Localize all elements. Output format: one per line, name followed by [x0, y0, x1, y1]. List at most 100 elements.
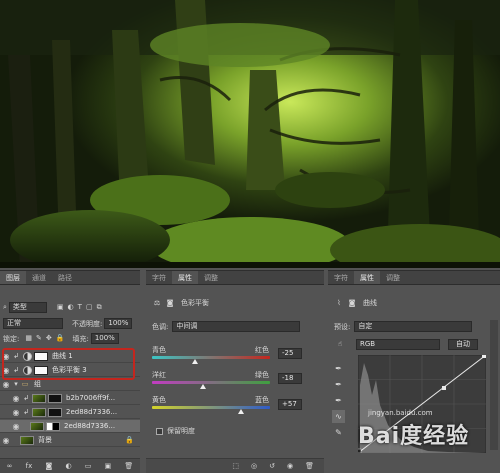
slider-magenta-green-value[interactable]: -18 — [278, 373, 302, 384]
slider-yellow-blue-value[interactable]: +57 — [278, 399, 302, 410]
preserve-row: 保留明度 — [156, 426, 195, 436]
fill-input[interactable]: 100% — [90, 333, 119, 344]
layer-mask-thumbnail[interactable] — [48, 393, 62, 403]
slider-cyan-label: 青色 — [152, 346, 166, 354]
layer-mask-thumbnail[interactable] — [48, 407, 62, 417]
curve-point[interactable] — [442, 386, 446, 390]
trash-icon[interactable]: 🗑 — [305, 462, 314, 471]
opacity-input[interactable]: 100% — [104, 318, 133, 329]
trash-icon[interactable]: 🗑 — [124, 462, 133, 471]
channel-select[interactable]: RGB — [356, 339, 440, 350]
slider-magenta-green-track[interactable] — [152, 381, 270, 384]
preset-select[interactable]: 自定 — [354, 321, 473, 332]
curves-icon: ⌇ — [337, 298, 341, 307]
slider-cyan-red-track[interactable] — [152, 356, 270, 359]
tab-character[interactable]: 字符 — [328, 271, 354, 284]
mask-icon[interactable]: ◙ — [165, 299, 175, 308]
selection-highlight-box — [2, 348, 135, 380]
reset-icon[interactable]: ↺ — [269, 462, 275, 471]
filter-pixel-icon[interactable]: ▣ — [57, 303, 64, 312]
curve-edit-icon[interactable]: ∿ — [332, 410, 345, 423]
curves-tabs: 字符 属性 调整 — [328, 271, 500, 285]
curve-white-point[interactable] — [482, 355, 486, 358]
layer-mask-thumbnail[interactable] — [46, 421, 60, 431]
tab-properties[interactable]: 属性 — [354, 271, 380, 284]
visibility-eye-icon[interactable]: ◉ — [10, 394, 22, 403]
mask-icon[interactable]: ◙ — [45, 462, 52, 471]
layer-thumbnail — [20, 435, 34, 445]
auto-button[interactable]: 自动 — [448, 339, 478, 350]
layer-row-2ed8-a[interactable]: ◉ ↲ 2ed88d7336... — [0, 406, 140, 419]
props-header: ⚖ ◙ 色彩平衡 — [152, 298, 209, 308]
slider-magenta-green-knob[interactable] — [200, 384, 206, 389]
document-canvas[interactable] — [0, 0, 500, 268]
preserve-luminosity-checkbox[interactable] — [156, 427, 163, 435]
layer-row-b2b7[interactable]: ◉ ↲ b2b7006ff9f... — [0, 392, 140, 405]
layer-row-background[interactable]: ◉ 背景 🔒 — [0, 434, 140, 447]
visibility-eye-icon[interactable]: ◉ — [10, 408, 22, 417]
slider-cyan-red-value[interactable]: -25 — [278, 348, 302, 359]
lock-row: 锁定: ▦ ✎ ✥ 🔒 填充: 100% — [3, 333, 119, 344]
visibility-eye-icon[interactable]: ◉ — [0, 380, 12, 389]
folder-icon: ▭ — [21, 379, 29, 388]
link-icon[interactable]: ∞ — [7, 462, 13, 471]
layers-tabs: 图层 通道 路径 — [0, 271, 140, 285]
baidu-watermark: Bai度经验 — [358, 424, 470, 449]
tab-adjustments[interactable]: 调整 — [380, 271, 406, 284]
fx-icon[interactable]: fx — [26, 462, 33, 471]
tab-properties[interactable]: 属性 — [172, 271, 198, 284]
preserve-luminosity-label: 保留明度 — [167, 427, 195, 435]
layer-thumbnail — [32, 393, 46, 403]
expand-arrow-icon[interactable]: ▾ — [12, 380, 20, 389]
clip-to-layer-icon[interactable]: ⬚ — [232, 462, 239, 471]
visibility-icon[interactable]: ◉ — [287, 462, 293, 471]
layers-bottom-bar: ∞ fx ◙ ◐ ▭ ▣ 🗑 — [0, 458, 140, 473]
channel-row: ☝ RGB 自动 — [334, 339, 478, 350]
slider-magenta-label: 洋红 — [152, 371, 166, 379]
layer-filter-select[interactable]: 类型 — [8, 302, 47, 313]
mask-icon[interactable]: ◙ — [347, 299, 357, 308]
props-bottom-bar: ⬚ ◎ ↺ ◉ 🗑 — [146, 458, 324, 473]
target-adjust-icon[interactable]: ☝ — [334, 340, 346, 349]
tab-paths[interactable]: 路径 — [52, 271, 78, 284]
visibility-eye-icon[interactable]: ◉ — [0, 436, 12, 445]
lock-pixels-icon[interactable]: ▦ — [25, 334, 32, 343]
layer-row-2ed8-b[interactable]: ◉ 2ed88d7336... — [0, 420, 140, 433]
clip-arrow-icon: ↲ — [23, 407, 29, 416]
blend-mode-select[interactable]: 正常 — [3, 318, 63, 329]
eyedropper-black-icon[interactable]: ✒ — [332, 362, 345, 375]
properties-tabs: 字符 属性 调整 — [146, 271, 324, 285]
fill-label: 填充: — [72, 334, 89, 343]
layer-name[interactable]: b2b7006ff9f... — [66, 394, 115, 402]
filter-adjust-icon[interactable]: ◐ — [68, 303, 74, 312]
slider-yellow-blue-knob[interactable] — [238, 409, 244, 414]
lock-paint-icon[interactable]: ✎ — [36, 334, 42, 343]
visibility-eye-icon[interactable]: ◉ — [10, 422, 22, 431]
filter-smart-icon[interactable]: ⧉ — [97, 303, 102, 312]
new-layer-icon[interactable]: ▣ — [105, 462, 112, 471]
lock-all-icon[interactable]: 🔒 — [56, 334, 65, 343]
eyedropper-gray-icon[interactable]: ✒ — [332, 378, 345, 391]
blend-row: 正常 不透明度: 100% — [3, 318, 133, 329]
folder-icon[interactable]: ▭ — [85, 462, 92, 471]
lock-move-icon[interactable]: ✥ — [46, 334, 52, 343]
panel-scrollbar[interactable] — [490, 320, 498, 450]
layer-name[interactable]: 2ed88d7336... — [64, 422, 115, 430]
eyedropper-white-icon[interactable]: ✒ — [332, 394, 345, 407]
layer-thumbnail — [32, 407, 46, 417]
filter-shape-icon[interactable]: ▢ — [86, 303, 93, 312]
tab-character[interactable]: 字符 — [146, 271, 172, 284]
slider-yellow-blue-track[interactable] — [152, 406, 270, 409]
adjustment-icon[interactable]: ◐ — [65, 462, 71, 471]
view-previous-icon[interactable]: ◎ — [251, 462, 257, 471]
tab-channels[interactable]: 通道 — [26, 271, 52, 284]
slider-cyan-red-knob[interactable] — [192, 359, 198, 364]
pencil-icon[interactable]: ✎ — [332, 426, 345, 439]
filter-type-icon[interactable]: T — [78, 303, 82, 312]
layer-name[interactable]: 2ed88d7336... — [66, 408, 117, 416]
layer-name[interactable]: 组 — [34, 379, 41, 389]
layer-name[interactable]: 背景 — [38, 435, 52, 445]
tab-layers[interactable]: 图层 — [0, 271, 26, 284]
tone-select[interactable]: 中间调 — [172, 321, 301, 332]
tab-adjustments[interactable]: 调整 — [198, 271, 224, 284]
